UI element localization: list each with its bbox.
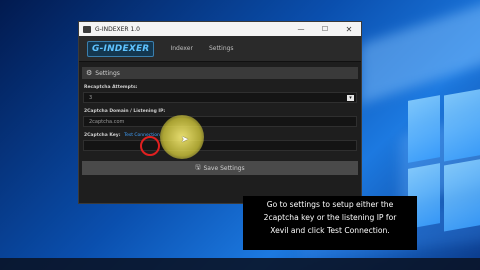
app-window: G-INDEXER 1.0 — ☐ ✕ G-INDEXER Indexer Se… (78, 21, 362, 204)
caption-line: 2captcha key or the listening IP for (263, 213, 397, 222)
save-icon: 🖫 (195, 164, 201, 171)
app-icon (83, 25, 91, 33)
app-logo: G-INDEXER (87, 40, 155, 57)
tutorial-caption: Go to settings to setup either the 2capt… (243, 196, 417, 250)
windows-logo (408, 88, 480, 238)
nav-item-settings[interactable]: Settings (209, 45, 234, 52)
captcha-domain-label: 2Captcha Domain / Listening IP: (84, 109, 166, 114)
nav-bar: G-INDEXER Indexer Settings (79, 36, 361, 62)
save-settings-button[interactable]: 🖫 Save Settings (82, 161, 358, 175)
nav-item-indexer[interactable]: Indexer (170, 45, 193, 52)
taskbar (0, 258, 480, 270)
window-title: G-INDEXER 1.0 (95, 25, 141, 33)
recaptcha-attempts-value: 3 (89, 94, 93, 101)
maximize-button[interactable]: ☐ (313, 22, 337, 36)
recaptcha-attempts-label: Recaptcha Attempts: (84, 85, 138, 90)
captcha-key-label-text: 2Captcha Key: (84, 133, 121, 138)
section-title: Settings (95, 69, 120, 77)
minimize-button[interactable]: — (289, 22, 313, 36)
captcha-domain-input[interactable]: 2captcha.com (83, 116, 357, 127)
gear-icon: ⚙ (86, 69, 93, 77)
caption-line: Xevil and click Test Connection. (270, 226, 390, 235)
close-button[interactable]: ✕ (337, 22, 361, 36)
mouse-cursor-icon: ➤ (181, 135, 189, 145)
caption-line: Go to settings to setup either the (266, 200, 394, 209)
captcha-key-label: 2Captcha Key: Test Connection (84, 133, 356, 138)
recaptcha-attempts-select[interactable]: 3 ▾ (83, 92, 357, 103)
save-settings-label: Save Settings (203, 164, 245, 172)
title-bar: G-INDEXER 1.0 — ☐ ✕ (79, 22, 361, 36)
captcha-key-input[interactable] (83, 140, 357, 151)
settings-section-header: ⚙ Settings (82, 67, 358, 79)
chevron-down-icon[interactable]: ▾ (347, 95, 354, 101)
click-indicator-ring (140, 136, 160, 156)
